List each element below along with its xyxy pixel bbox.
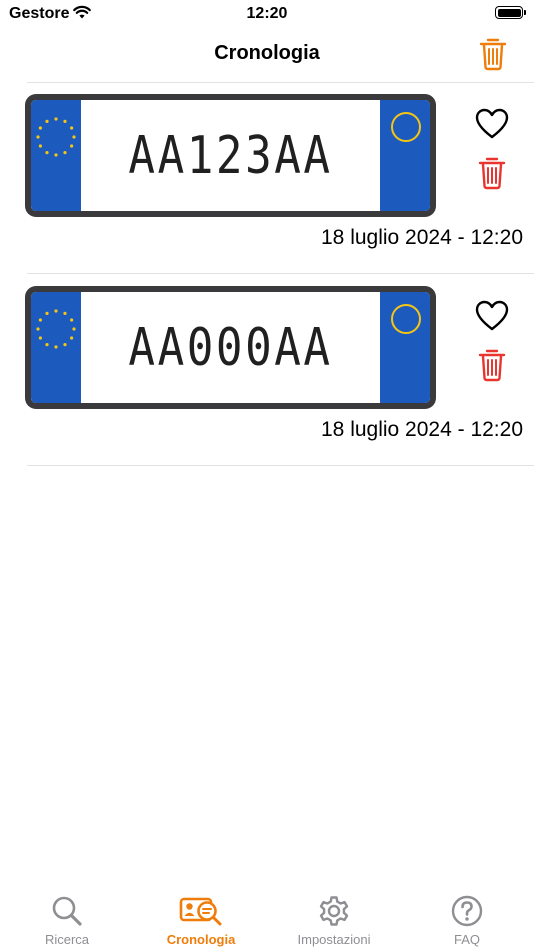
license-plate[interactable]: AA000AA [25, 286, 436, 409]
clock: 12:20 [246, 5, 288, 22]
eu-band [31, 100, 81, 211]
region-circle-icon [391, 112, 421, 142]
tab-ricerca[interactable]: Ricerca [7, 886, 127, 950]
eu-stars-icon [36, 117, 76, 157]
tab-label: Impostazioni [297, 932, 371, 947]
divider [27, 273, 534, 274]
page-title: Cronologia [214, 42, 320, 64]
delete-entry-button[interactable] [476, 155, 508, 191]
region-band [380, 100, 430, 211]
tab-bar: Ricerca Cronologia Impostazioni FAQ [0, 886, 534, 950]
eu-stars-icon [36, 309, 76, 349]
license-plate[interactable]: AA123AA [25, 94, 436, 217]
tab-faq[interactable]: FAQ [407, 886, 527, 950]
tab-cronologia[interactable]: Cronologia [141, 886, 261, 950]
favorite-button[interactable] [474, 107, 510, 141]
gear-icon [319, 896, 349, 926]
region-circle-icon [391, 304, 421, 334]
history-entry[interactable]: AA123AA 18 luglio 2024 - 12:20 [0, 83, 534, 275]
history-entry[interactable]: AA000AA 18 luglio 2024 - 12:20 [0, 275, 534, 467]
divider [27, 465, 534, 466]
entry-date: 18 luglio 2024 - 12:20 [321, 226, 523, 249]
heart-icon [475, 300, 509, 331]
tab-label: Cronologia [166, 932, 236, 947]
delete-entry-button[interactable] [476, 347, 508, 383]
heart-icon [475, 108, 509, 139]
battery-icon [495, 6, 526, 19]
trash-icon [479, 38, 507, 71]
trash-icon [478, 157, 506, 190]
eu-band [31, 292, 81, 403]
region-band [380, 292, 430, 403]
entry-date: 18 luglio 2024 - 12:20 [321, 418, 523, 441]
status-bar: Gestore 12:20 [0, 0, 534, 28]
tab-impostazioni[interactable]: Impostazioni [274, 886, 394, 950]
trash-icon [478, 349, 506, 382]
clear-history-button[interactable] [477, 36, 509, 72]
tab-label: FAQ [453, 932, 480, 947]
favorite-button[interactable] [474, 299, 510, 333]
question-icon [451, 895, 483, 927]
tab-label: Ricerca [44, 932, 90, 947]
search-icon [52, 896, 82, 926]
plate-number: AA000AA [128, 317, 333, 378]
plate-number: AA123AA [128, 125, 333, 186]
history-icon [179, 897, 222, 926]
